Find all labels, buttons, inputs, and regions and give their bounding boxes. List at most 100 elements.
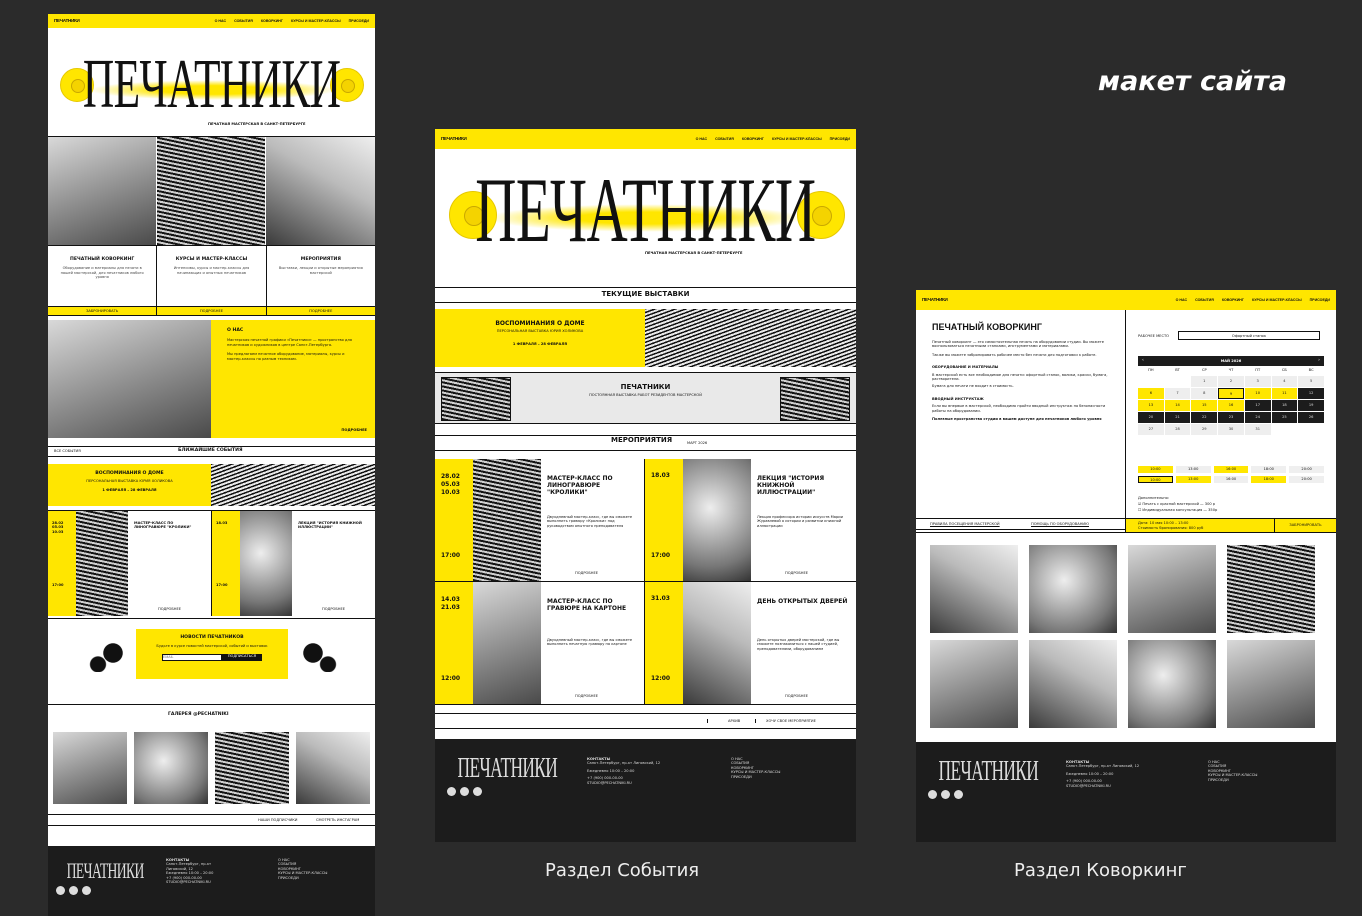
calendar-day[interactable]: 14: [1164, 400, 1191, 411]
instagram-icon[interactable]: [82, 886, 91, 895]
events-vk-icon[interactable]: [460, 787, 469, 796]
events-footer-link-join[interactable]: ПРИСОЕДИ: [731, 775, 780, 779]
cowork-footer-link-courses[interactable]: КУРСЫ И МАСТЕР-КЛАССЫ: [1208, 773, 1257, 777]
calendar-day[interactable]: 30: [1218, 424, 1244, 435]
home-event-2-more[interactable]: ПОДРОБНЕЕ: [322, 607, 345, 611]
calendar-day[interactable]: 25: [1271, 412, 1298, 423]
footer-link-join[interactable]: ПРИСОЕДИ: [278, 876, 327, 880]
events-month[interactable]: МАРТ 2026: [687, 441, 707, 445]
events-offer-link[interactable]: ХОЧУ СВОЕ МЕРОПРИЯТИЕ: [755, 719, 816, 724]
calendar-day[interactable]: 6: [1138, 388, 1164, 399]
book-button[interactable]: ЗАБРОНИРОВАТЬ: [1274, 519, 1336, 532]
calendar-next-icon[interactable]: ›: [1318, 358, 1320, 363]
calendar-day[interactable]: 24: [1244, 412, 1271, 423]
home-event-1-more[interactable]: ПОДРОБНЕЕ: [158, 607, 181, 611]
calendar-day[interactable]: 8: [1191, 388, 1218, 399]
calendar-day[interactable]: 4: [1271, 376, 1298, 387]
calendar-day[interactable]: 17: [1244, 400, 1271, 411]
time-slot[interactable]: 10:00: [1138, 476, 1173, 483]
calendar-day[interactable]: 26: [1298, 412, 1324, 423]
calendar-day[interactable]: 18: [1271, 400, 1298, 411]
service-cowork-button[interactable]: ЗАБРОНИРОВАТЬ: [48, 306, 157, 316]
calendar-day[interactable]: 20: [1138, 412, 1164, 423]
time-slot[interactable]: 13:00: [1175, 466, 1211, 473]
news-subscribe-button[interactable]: ПОДПИСАТЬСЯ: [222, 653, 262, 661]
cowork-nav-courses[interactable]: КУРСЫ И МАСТЕР-КЛАССЫ: [1252, 298, 1302, 302]
calendar-day[interactable]: 15: [1191, 400, 1218, 411]
time-slot[interactable]: 10:00: [1138, 466, 1173, 473]
calendar-day[interactable]: 10: [1244, 388, 1271, 399]
cowork-nav-events[interactable]: СОБЫТИЯ: [1195, 298, 1214, 302]
calendar-day[interactable]: 22: [1191, 412, 1218, 423]
events-instagram-icon[interactable]: [473, 787, 482, 796]
cowork-nav-cowork[interactable]: КОВОРКИНГ: [1222, 298, 1244, 302]
calendar-day[interactable]: 16: [1218, 400, 1244, 411]
cowork-instagram-icon[interactable]: [954, 790, 963, 799]
nav-cowork[interactable]: КОВОРКИНГ: [261, 19, 283, 23]
events-logo[interactable]: ПЕЧАТНИКИ: [441, 136, 467, 141]
calendar-day[interactable]: 23: [1218, 412, 1244, 423]
calendar-day[interactable]: 19: [1298, 400, 1324, 411]
events-nav-contacts[interactable]: ПРИСОЕДИ: [830, 137, 850, 141]
cowork-footer-link-join[interactable]: ПРИСОЕДИ: [1208, 778, 1257, 782]
event-card-3-more[interactable]: ПОДРОБНЕЕ: [575, 694, 598, 698]
cowork-vk-icon[interactable]: [941, 790, 950, 799]
calendar-day[interactable]: 12: [1298, 388, 1324, 399]
extra-checkbox-2[interactable]: ☐: [1138, 508, 1141, 512]
vk-icon[interactable]: [69, 886, 78, 895]
nav-events[interactable]: СОБЫТИЯ: [234, 19, 253, 23]
calendar-day[interactable]: 3: [1244, 376, 1271, 387]
news-email-input[interactable]: [162, 653, 222, 661]
calendar-day[interactable]: 9: [1218, 388, 1244, 399]
events-all-link[interactable]: ВСЕ СОБЫТИЯ: [54, 449, 81, 453]
calendar-day[interactable]: 31: [1244, 424, 1271, 435]
nav-courses[interactable]: КУРСЫ И МАСТЕР-КЛАССЫ: [291, 19, 341, 23]
calendar-day[interactable]: 13: [1138, 400, 1164, 411]
service-events-button[interactable]: ПОДРОБНЕЕ: [266, 306, 375, 316]
cowork-rules-link[interactable]: ПРАВИЛА ПОСЕЩЕНИЯ МАСТЕРСКОЙ: [930, 522, 1000, 526]
time-slot[interactable]: 18:00: [1251, 466, 1287, 473]
service-courses-button[interactable]: ПОДРОБНЕЕ: [157, 306, 266, 316]
calendar-day[interactable]: 11: [1271, 388, 1298, 399]
cowork-nav-contacts[interactable]: ПРИСОЕДИ: [1310, 298, 1330, 302]
exhibition-1[interactable]: ВОСПОМИНАНИЯ О ДОМЕ ПЕРСОНАЛЬНАЯ ВЫСТАВК…: [435, 309, 645, 367]
events-nav-courses[interactable]: КУРСЫ И МАСТЕР-КЛАССЫ: [772, 137, 822, 141]
cowork-nav-about[interactable]: О НАС: [1176, 298, 1188, 302]
nav-contacts[interactable]: ПРИСОЕДИ: [349, 19, 369, 23]
time-slot[interactable]: 13:00: [1175, 476, 1211, 483]
time-slot[interactable]: 16:00: [1213, 466, 1249, 473]
extra-checkbox-1[interactable]: ☑: [1138, 502, 1141, 506]
calendar-day[interactable]: 28: [1164, 424, 1191, 435]
gallery-followers-link[interactable]: НАШИ ПОДПИСЧИКИ: [258, 818, 297, 822]
cowork-help-link[interactable]: ПОМОЩЬ ПО ОБОРУДОВАНИЮ: [1031, 522, 1089, 526]
event-card-1-more[interactable]: ПОДРОБНЕЕ: [575, 571, 598, 575]
exhibition-2[interactable]: ПЕЧАТНИКИ ПОСТОЯННАЯ ВЫСТАВКА РАБОТ РЕЗИ…: [435, 372, 856, 424]
place-select[interactable]: Офортный станок: [1178, 331, 1320, 340]
telegram-icon[interactable]: [56, 886, 65, 895]
gallery-instagram-link[interactable]: СМОТРЕТЬ ИНСТАГРАМ: [316, 818, 359, 822]
time-slot[interactable]: 16:00: [1213, 476, 1249, 483]
calendar-day[interactable]: 29: [1191, 424, 1218, 435]
time-slot[interactable]: 20:00: [1289, 466, 1324, 473]
events-archive-link[interactable]: АРХИВ: [707, 719, 740, 724]
calendar-prev-icon[interactable]: ‹: [1142, 358, 1144, 363]
time-slot[interactable]: 18:00: [1251, 476, 1287, 483]
calendar-day[interactable]: 7: [1164, 388, 1191, 399]
time-slot[interactable]: 20:00: [1289, 476, 1324, 483]
cowork-telegram-icon[interactable]: [928, 790, 937, 799]
about-more-link[interactable]: ПОДРОБНЕЕ: [341, 428, 367, 432]
logo[interactable]: ПЕЧАТНИКИ: [54, 18, 80, 23]
events-nav-about[interactable]: О НАС: [696, 137, 708, 141]
calendar-day[interactable]: 2: [1218, 376, 1244, 387]
calendar-day[interactable]: 27: [1138, 424, 1164, 435]
events-nav-cowork[interactable]: КОВОРКИНГ: [742, 137, 764, 141]
calendar-day[interactable]: 1: [1191, 376, 1218, 387]
event-card-2-more[interactable]: ПОДРОБНЕЕ: [785, 571, 808, 575]
event-card-4-more[interactable]: ПОДРОБНЕЕ: [785, 694, 808, 698]
events-footer-link-courses[interactable]: КУРСЫ И МАСТЕР-КЛАССЫ: [731, 770, 780, 774]
events-nav-events[interactable]: СОБЫТИЯ: [715, 137, 734, 141]
events-telegram-icon[interactable]: [447, 787, 456, 796]
calendar-day[interactable]: 5: [1298, 376, 1324, 387]
footer-link-courses[interactable]: КУРСЫ И МАСТЕР-КЛАССЫ: [278, 871, 327, 875]
nav-about[interactable]: О НАС: [215, 19, 227, 23]
